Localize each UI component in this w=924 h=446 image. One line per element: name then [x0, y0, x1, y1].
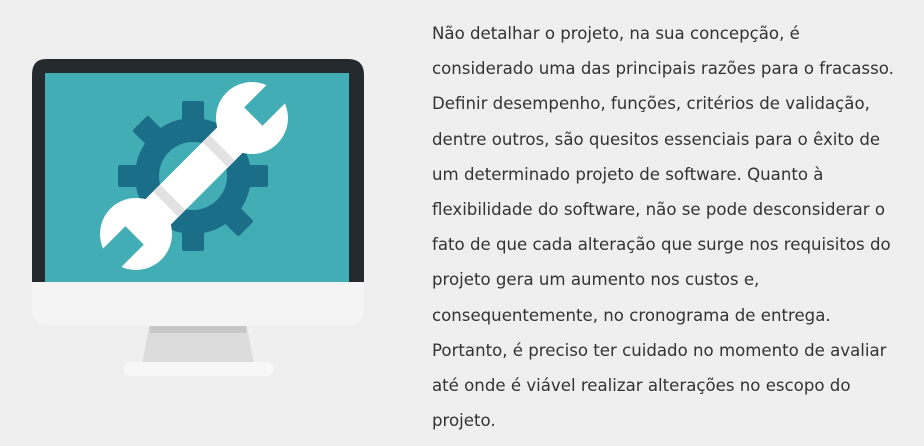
paragraph-line: Portanto, é preciso ter cuidado no momen…	[432, 340, 887, 360]
monitor-base	[124, 362, 274, 376]
monitor-tools-illustration	[30, 56, 368, 378]
paragraph-line: consequentemente, no cronograma de entre…	[432, 305, 831, 325]
paragraph-line: um determinado projeto de software. Quan…	[432, 164, 824, 184]
computer-monitor-with-wrench-and-gear-icon	[32, 59, 364, 376]
paragraph-line: flexibilidade do software, não se pode d…	[432, 200, 886, 220]
paragraph-line: Não detalhar o projeto, na sua concepção…	[432, 24, 800, 43]
paragraph-line: dentre outros, são quesitos essenciais p…	[432, 129, 881, 149]
paragraph-line: projeto gera um aumento nos custos e,	[432, 270, 760, 290]
paragraph-line: até onde é viável realizar alterações no…	[432, 376, 851, 396]
article-text: Não detalhar o projeto, na sua concepção…	[432, 16, 910, 438]
paragraph-line: projeto.	[432, 411, 496, 431]
paragraph-line: considerado uma das principais razões pa…	[432, 59, 894, 79]
paragraph-line: fato de que cada alteração que surge nos…	[432, 235, 891, 255]
article-paragraph: Não detalhar o projeto, na sua concepção…	[432, 16, 910, 438]
paragraph-line: Definir desempenho, funções, critérios d…	[432, 94, 870, 114]
monitor-chin	[32, 282, 364, 326]
